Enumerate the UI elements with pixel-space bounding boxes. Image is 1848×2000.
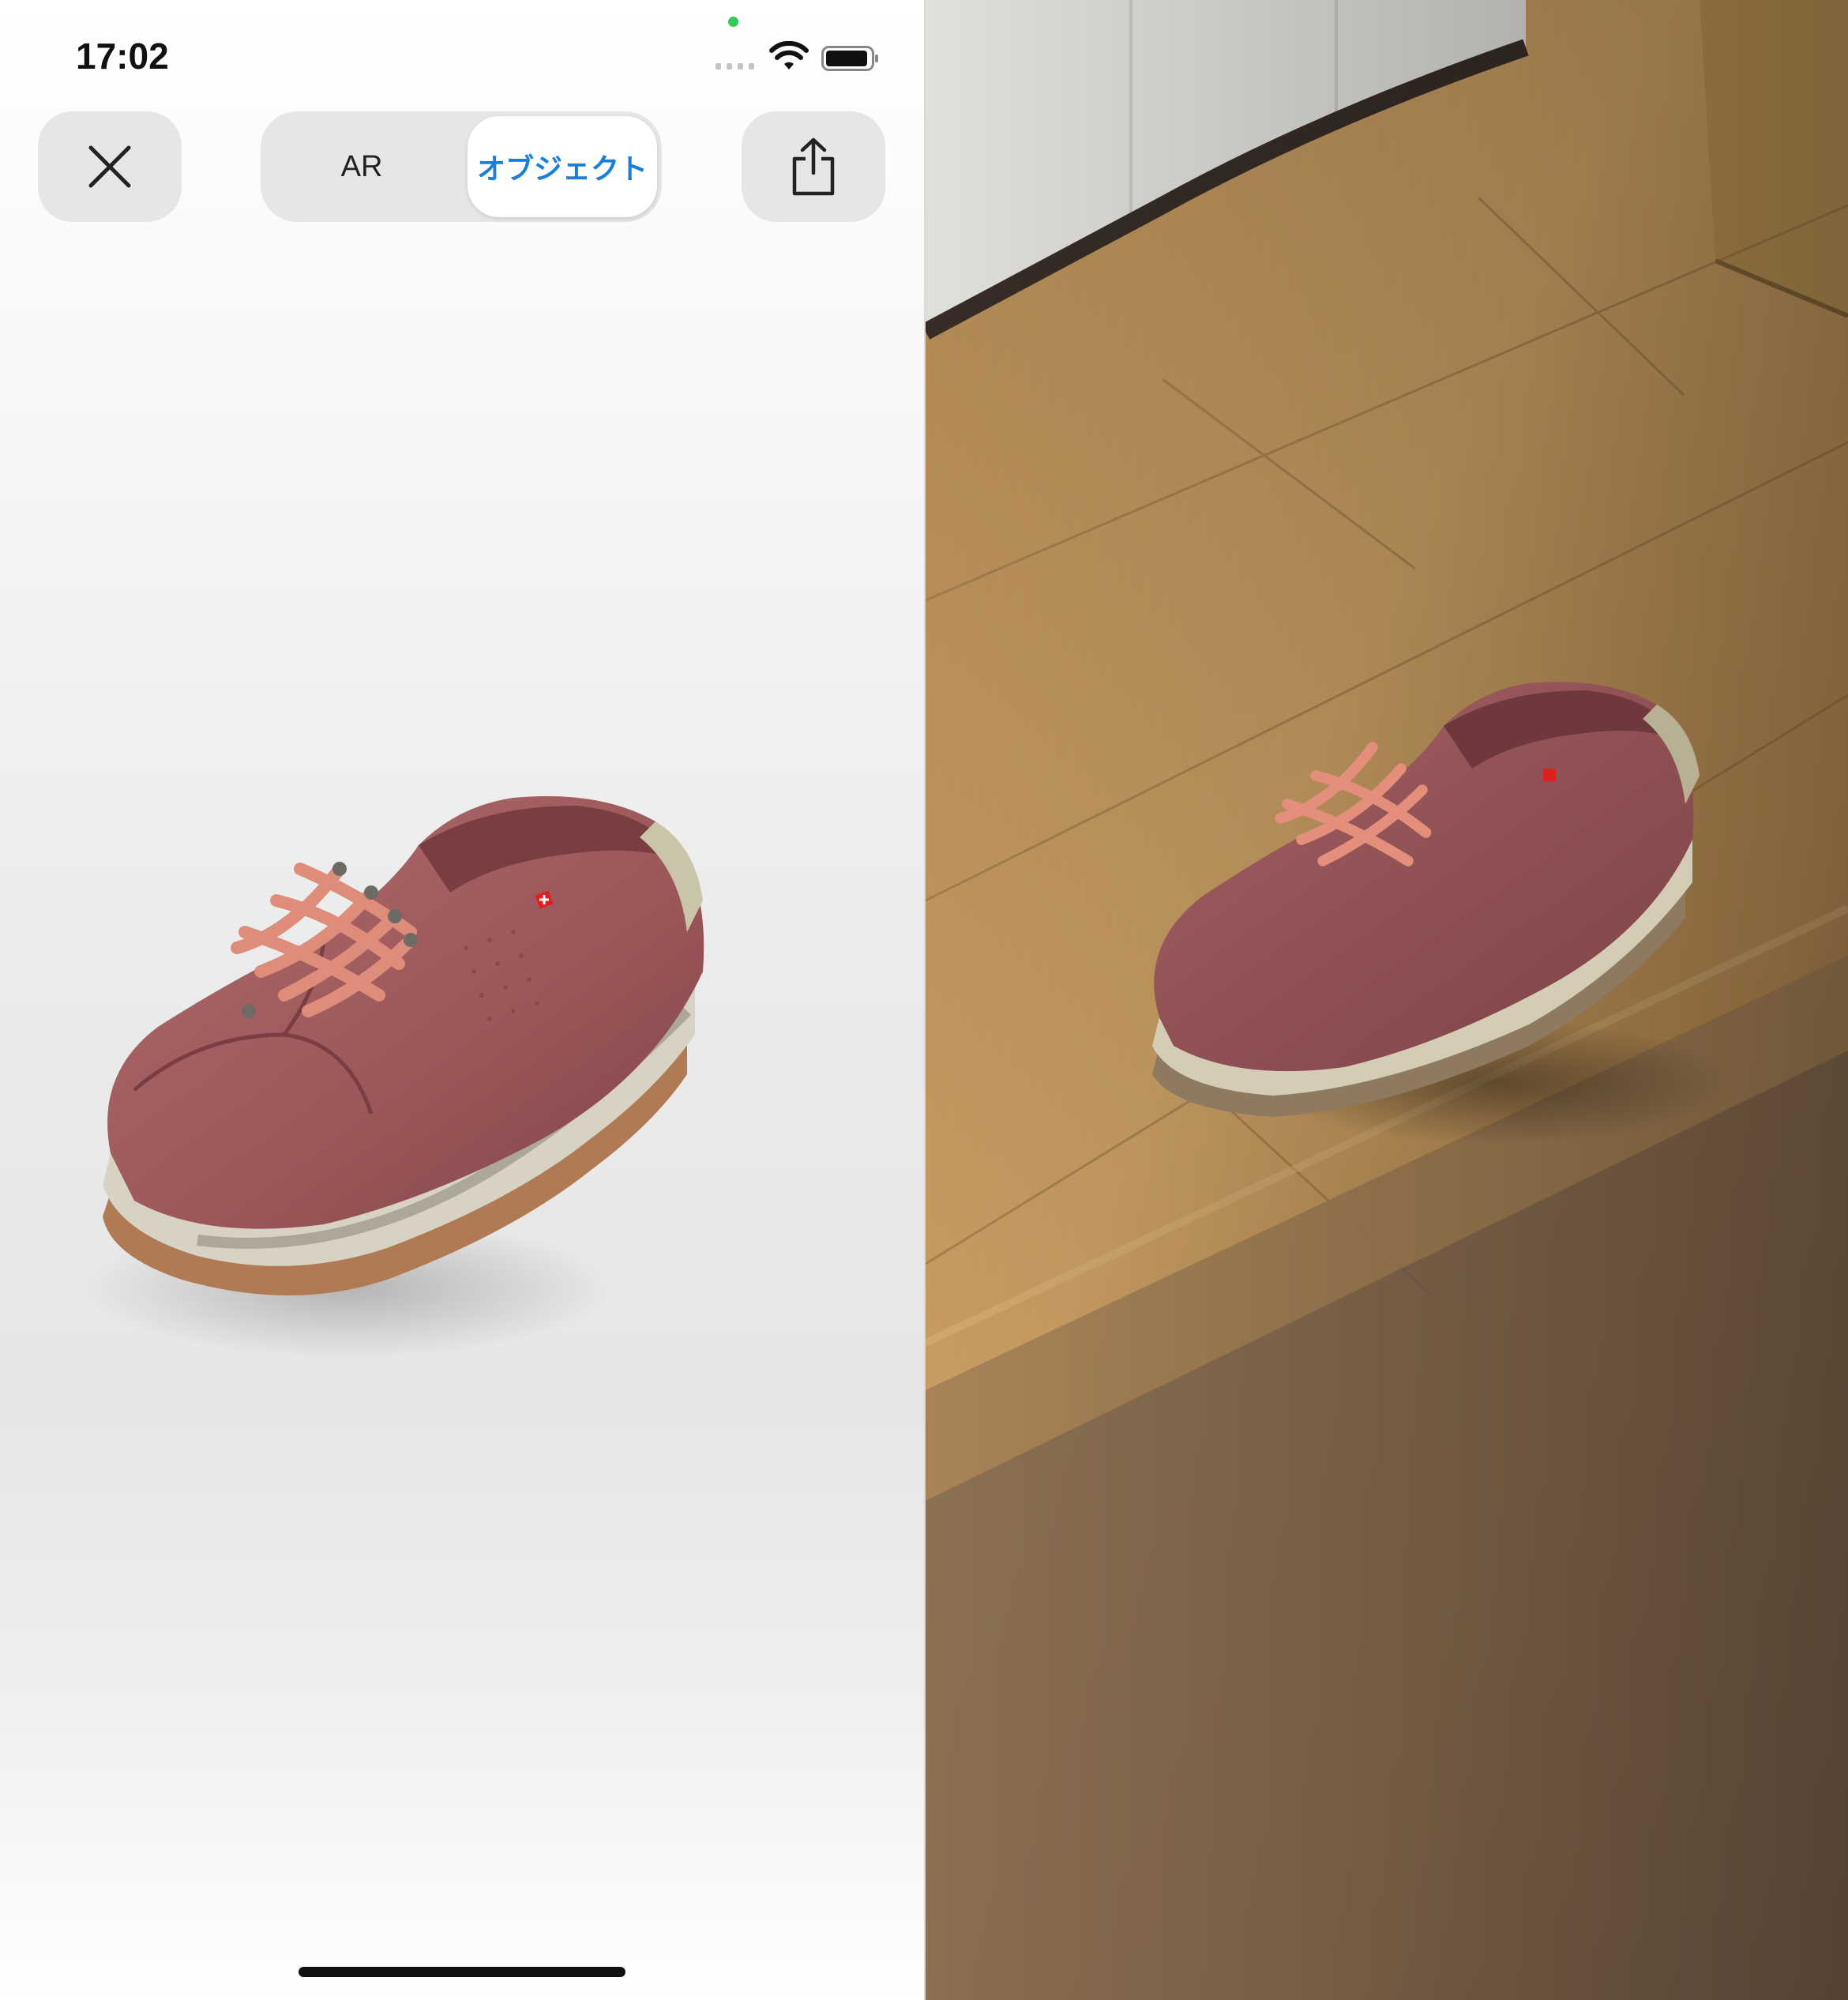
ar-camera-view[interactable] xyxy=(926,0,1848,2000)
ar-scene-floor xyxy=(926,0,1848,2000)
share-button[interactable] xyxy=(742,111,885,222)
home-indicator[interactable] xyxy=(299,1967,625,1977)
view-mode-segmented-control[interactable]: AR オブジェクト xyxy=(261,111,662,222)
object-viewer[interactable]: 17:02 AR オブジェクト xyxy=(0,0,924,2000)
close-icon xyxy=(88,145,131,188)
status-time: 17:02 xyxy=(76,36,169,77)
battery-icon xyxy=(821,46,878,71)
cellular-signal-icon xyxy=(716,63,754,70)
privacy-indicator-icon xyxy=(728,17,738,27)
sneaker-3d-model[interactable] xyxy=(87,774,734,1406)
share-icon xyxy=(792,137,835,196)
close-button[interactable] xyxy=(38,111,182,222)
wifi-icon xyxy=(769,41,809,70)
segment-object[interactable]: オブジェクト xyxy=(468,116,657,217)
segment-ar[interactable]: AR xyxy=(267,118,456,216)
